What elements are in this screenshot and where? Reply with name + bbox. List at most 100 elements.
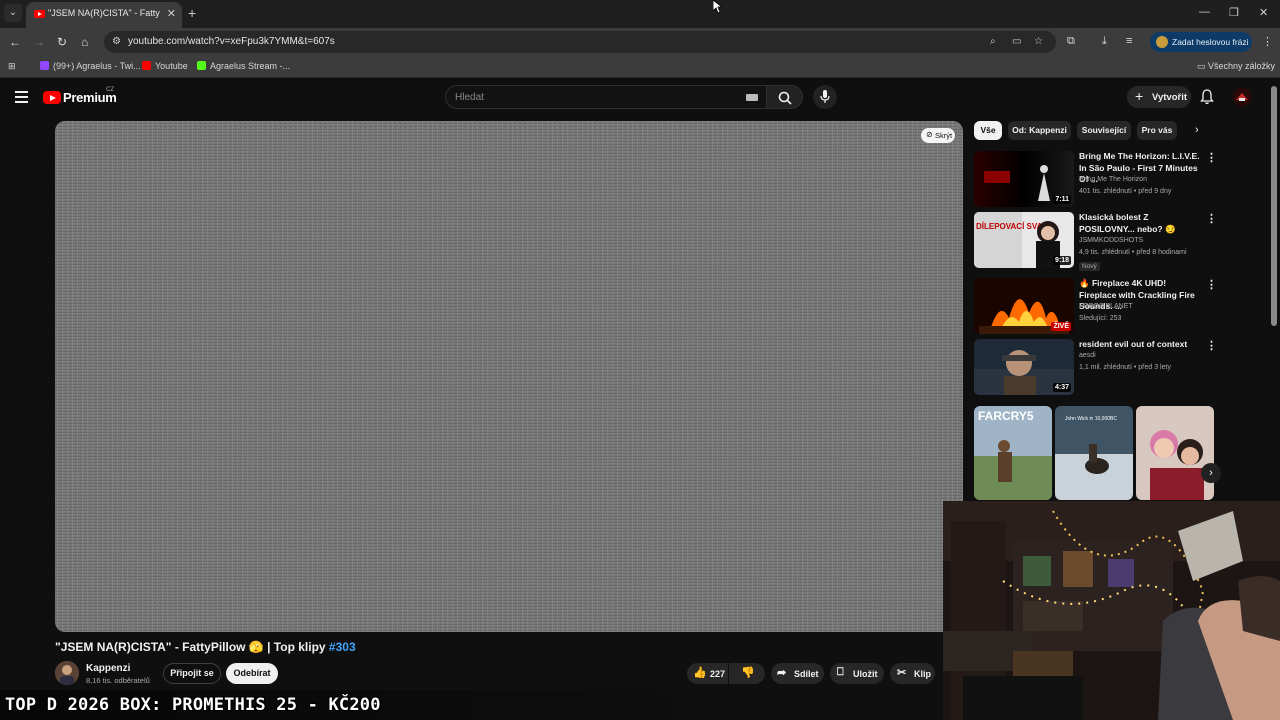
chip-all[interactable]: Vše: [974, 121, 1002, 140]
recommendation-channel[interactable]: JSMMKODDSHOTS: [1079, 237, 1143, 244]
chip-from-channel[interactable]: Od: Kappenzi: [1008, 121, 1071, 140]
join-button[interactable]: Připojit se: [163, 663, 221, 684]
recommendation-channel[interactable]: Bring Me The Horizon: [1079, 176, 1147, 183]
maximize-icon[interactable]: ❐: [1229, 6, 1239, 19]
share-button[interactable]: ➦ Sdílet: [771, 663, 824, 684]
extensions-icon[interactable]: ⧉: [1067, 35, 1075, 48]
apps-icon[interactable]: ⊞: [8, 61, 16, 72]
more-options-icon[interactable]: ⋮: [1206, 339, 1217, 352]
microphone-icon: [820, 90, 830, 103]
hide-button[interactable]: ⊘ Skrýt: [921, 128, 955, 143]
youtube-favicon-icon: [34, 10, 45, 18]
back-icon[interactable]: ←: [9, 35, 21, 49]
duration-badge: 9:18: [1052, 256, 1071, 265]
dislike-button[interactable]: 👎: [729, 663, 765, 684]
bookmark-youtube[interactable]: Youtube: [142, 61, 188, 71]
like-button[interactable]: 👍 227: [687, 663, 728, 684]
page-scrollbar[interactable]: [1271, 86, 1277, 326]
all-bookmarks[interactable]: ▭ Všechny záložky: [1197, 61, 1275, 72]
chevron-right-icon: ›: [1209, 467, 1213, 479]
reading-list-icon[interactable]: ≡: [1126, 35, 1132, 47]
avatar-logo-icon: [1233, 88, 1251, 106]
short-label: FARCRY5: [978, 409, 1034, 423]
video-player[interactable]: ⊘ Skrýt: [55, 121, 963, 632]
channel-name[interactable]: Kappenzi: [86, 663, 130, 674]
search-input[interactable]: Hledat: [445, 85, 767, 109]
bookmark-agraelus-stream[interactable]: Agraelus Stream -...: [197, 61, 290, 71]
voice-search-button[interactable]: [813, 85, 837, 109]
tab-search-icon[interactable]: ⌄: [4, 4, 22, 22]
duration-badge: 7:11: [1053, 195, 1071, 204]
account-avatar[interactable]: [1233, 88, 1251, 106]
scissors-icon: ✂: [897, 667, 907, 679]
video-thumbnail[interactable]: 4:37: [974, 339, 1074, 395]
video-thumbnail[interactable]: DÍLEPOVACÍ SVALY 9:18: [974, 212, 1074, 268]
recommendation-meta: 1,1 mil. zhlédnutí • před 3 lety: [1079, 364, 1171, 371]
profile-icon: [1156, 36, 1168, 48]
more-options-icon[interactable]: ⋮: [1206, 151, 1217, 164]
ticker-text: TOP D 2026 BOX: PROMETHIS 25 - KČ200: [5, 695, 381, 715]
new-tab-icon[interactable]: +: [188, 5, 196, 21]
recommendation-item[interactable]: DÍLEPOVACÍ SVALY 9:18 Klasická bolest Z …: [974, 212, 1217, 271]
recommendation-title[interactable]: resident evil out of context: [1079, 339, 1203, 351]
bookmark-agraelus-twitch[interactable]: (99+) Agraelus - Twi...: [40, 61, 141, 71]
twitch-icon: [40, 61, 49, 70]
recommendation-item[interactable]: ŽIVĚ 🔥 Fireplace 4K UHD! Fireplace with …: [974, 278, 1217, 334]
thumbs-down-icon: 👎: [741, 667, 755, 679]
clip-button[interactable]: ✂ Klip: [890, 663, 935, 684]
more-options-icon[interactable]: ⋮: [1206, 212, 1217, 225]
recommendation-channel[interactable]: FOBOS PLANET: [1079, 303, 1133, 310]
window-close-icon[interactable]: ✕: [1259, 6, 1268, 19]
bookmarks-bar: ⊞ (99+) Agraelus - Twi... Youtube Agrael…: [0, 56, 1280, 78]
cast-icon[interactable]: ▭: [1012, 36, 1021, 47]
stream-ticker: TOP D 2026 BOX: PROMETHIS 25 - KČ200: [0, 690, 680, 720]
recommendation-meta: Sledující: 253: [1079, 315, 1122, 322]
video-thumbnail[interactable]: 7:11: [974, 151, 1074, 207]
zoom-icon[interactable]: ⌕: [990, 36, 996, 47]
recommendation-item[interactable]: 4:37 resident evil out of context aesdi …: [974, 339, 1217, 395]
url-text[interactable]: youtube.com/watch?v=xeFpu3k7YMM&t=607s: [128, 36, 335, 47]
password-pill[interactable]: Zadat heslovou frázi: [1150, 32, 1252, 52]
video-hashtag[interactable]: #303: [329, 640, 356, 654]
shorts-next-button[interactable]: ›: [1201, 463, 1221, 483]
browser-tab-active[interactable]: "JSEM NA(R)CISTA" - FattyPillow ✕: [26, 2, 182, 28]
like-count: 227: [710, 669, 726, 679]
forward-icon[interactable]: →: [33, 35, 45, 49]
chevron-right-icon[interactable]: ›: [1195, 124, 1199, 136]
short-thumbnail[interactable]: [1136, 406, 1214, 500]
webcam-overlay: [943, 501, 1280, 720]
home-icon[interactable]: ⌂: [81, 35, 88, 49]
download-icon[interactable]: ⤓: [1102, 35, 1107, 48]
video-thumbnail[interactable]: ŽIVĚ: [974, 278, 1074, 334]
subscribe-button[interactable]: Odebírat: [226, 663, 278, 684]
tab-close-icon[interactable]: ✕: [167, 7, 176, 20]
address-bar[interactable]: ⚙ youtube.com/watch?v=xeFpu3k7YMM&t=607s…: [104, 31, 1056, 53]
save-button[interactable]: ⎕ Uložit: [830, 663, 884, 684]
site-info-icon[interactable]: ⚙: [112, 36, 121, 47]
bookmark-star-icon[interactable]: ☆: [1034, 36, 1043, 47]
webcam-image: [943, 501, 1280, 720]
browser-tab-bar: ⌄ "JSEM NA(R)CISTA" - FattyPillow ✕ + — …: [0, 0, 1280, 28]
more-options-icon[interactable]: ⋮: [1206, 278, 1217, 291]
notifications-bell-icon[interactable]: [1200, 89, 1214, 105]
plus-icon: +: [1135, 88, 1144, 104]
create-button[interactable]: + Vytvořit: [1127, 86, 1191, 108]
recommendation-item[interactable]: 7:11 Bring Me The Horizon: L.I.V.E. In S…: [974, 151, 1217, 207]
chip-for-you[interactable]: Pro vás: [1137, 121, 1177, 140]
kick-icon: [197, 61, 206, 70]
search-button[interactable]: [767, 85, 803, 109]
guide-menu-icon[interactable]: [15, 91, 28, 106]
short-thumbnail[interactable]: FARCRY5: [974, 406, 1052, 500]
short-thumbnail[interactable]: John Wick in 10,000BC: [1055, 406, 1133, 500]
reload-icon[interactable]: ↻: [57, 35, 67, 49]
browser-toolbar: ← → ↻ ⌂ ⚙ youtube.com/watch?v=xeFpu3k7YM…: [0, 28, 1280, 56]
menu-kebab-icon[interactable]: ⋮: [1262, 35, 1273, 48]
chip-related[interactable]: Související: [1077, 121, 1131, 140]
channel-avatar[interactable]: [55, 661, 79, 685]
minimize-icon[interactable]: —: [1199, 6, 1210, 18]
youtube-logo-icon[interactable]: [43, 91, 61, 104]
recommendation-title[interactable]: Klasická bolest Z POSILOVNY... nebo? 😏: [1079, 212, 1203, 235]
recommendation-channel[interactable]: aesdi: [1079, 352, 1096, 359]
keyboard-icon[interactable]: [746, 94, 758, 101]
short-image: [1136, 406, 1214, 500]
